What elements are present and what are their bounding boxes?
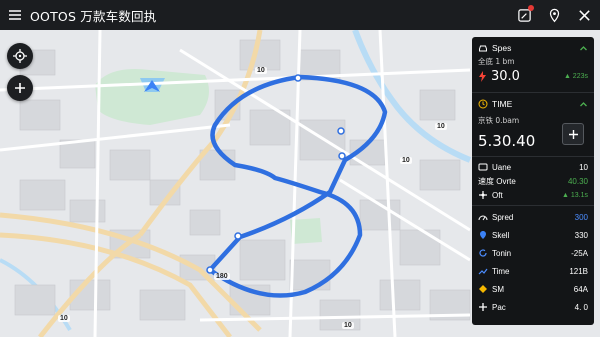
stat-label: Uane [492, 162, 512, 172]
stat-label: Tonin [492, 248, 512, 258]
stat-row-sm[interactable]: SM 64A [472, 282, 594, 296]
divider [472, 156, 594, 157]
rotate-icon [479, 249, 487, 257]
stat-row-tonin[interactable]: Tonin -25A [472, 246, 594, 260]
chevron-up-icon[interactable] [579, 100, 588, 109]
chevron-up-icon[interactable] [579, 44, 588, 53]
close-button[interactable] [576, 7, 592, 23]
plus-icon [568, 129, 578, 139]
stat-row-time[interactable]: Time 121B [472, 264, 594, 278]
stat-value: 64A [573, 284, 588, 294]
speed-trend: ▲ 223s [563, 73, 588, 80]
road-label: 10 [400, 157, 412, 164]
stat-row-pac[interactable]: Pac 4. 0 [472, 300, 594, 314]
stat-value: 330 [574, 230, 588, 240]
stat-label: Pac [492, 302, 506, 312]
menu-button[interactable] [0, 0, 30, 30]
stat-row-oft: Oft ▲ 13.1s [472, 188, 594, 202]
road-label: 10 [58, 315, 70, 322]
park-area [95, 69, 209, 125]
app-title: OOTOS 万款车数回执 [30, 8, 157, 24]
stat-value: -25A [571, 248, 588, 258]
edit-button[interactable] [516, 5, 534, 23]
waypoint[interactable] [294, 74, 302, 82]
stat-label: 速度 Ovrte [478, 176, 516, 186]
stat-label: Skell [492, 230, 510, 240]
trend-icon [478, 268, 488, 275]
speed-section[interactable]: Spes 全底 1 bm 30.0 ▲ 223s [472, 40, 594, 86]
diamond-icon [479, 285, 487, 293]
device-icon [478, 163, 488, 171]
stat-label: Oft [492, 190, 503, 200]
time-value: 5.30.40 [478, 132, 536, 150]
plus-icon [15, 83, 25, 93]
stat-value: 121B [569, 266, 588, 276]
add-button[interactable] [562, 123, 584, 145]
stat-label: Time [492, 266, 510, 276]
stat-value: 300 [574, 212, 588, 222]
locate-button[interactable] [7, 43, 33, 69]
plus-icon [479, 303, 487, 311]
stat-value: 40.30 [567, 176, 588, 186]
pin-icon [480, 231, 486, 239]
close-icon [578, 9, 590, 21]
stat-value: 10 [579, 162, 588, 172]
top-bar: OOTOS 万款车数回执 [0, 0, 600, 30]
location-button[interactable] [546, 7, 562, 23]
lightning-icon [479, 71, 486, 82]
hamburger-icon [9, 10, 21, 20]
waypoint[interactable] [338, 152, 346, 160]
stat-label: SM [492, 284, 504, 294]
stat-value: 4. 0 [574, 302, 588, 312]
waypoint[interactable] [206, 266, 214, 274]
car-icon [479, 45, 487, 52]
waypoint[interactable] [337, 127, 345, 135]
speed-icon [478, 215, 488, 221]
road-label: 10 [342, 322, 354, 329]
waypoint[interactable] [234, 232, 242, 240]
notification-dot [528, 5, 534, 11]
stats-panel: Spes 全底 1 bm 30.0 ▲ 223s TIME 京铁 0.bam 5… [472, 37, 594, 325]
divider [472, 92, 594, 93]
stat-row-spred[interactable]: Spred 300 [472, 210, 594, 224]
crosshair-icon [13, 49, 27, 63]
compass-icon [479, 191, 487, 199]
speed-sub-label: 全底 1 bm [478, 57, 515, 66]
stat-row-uane: Uane 10 [472, 160, 594, 174]
road-label: 10 [435, 123, 447, 130]
stat-value: ▲ 13.1s [562, 191, 588, 199]
speed-value: 30.0 [491, 69, 520, 84]
time-section-title: TIME [492, 99, 513, 109]
divider [472, 205, 594, 206]
road-label: 10 [255, 67, 267, 74]
start-label: 180 [214, 273, 230, 280]
speed-section-title: Spes [492, 43, 512, 53]
clock-icon [478, 99, 488, 109]
stat-row-ovrte: 速度 Ovrte 40.30 [472, 174, 594, 188]
stat-label: Spred [492, 212, 514, 222]
stat-row-skell[interactable]: Skell 330 [472, 228, 594, 242]
zoom-in-button[interactable] [7, 75, 33, 101]
location-pin-icon [549, 8, 559, 22]
